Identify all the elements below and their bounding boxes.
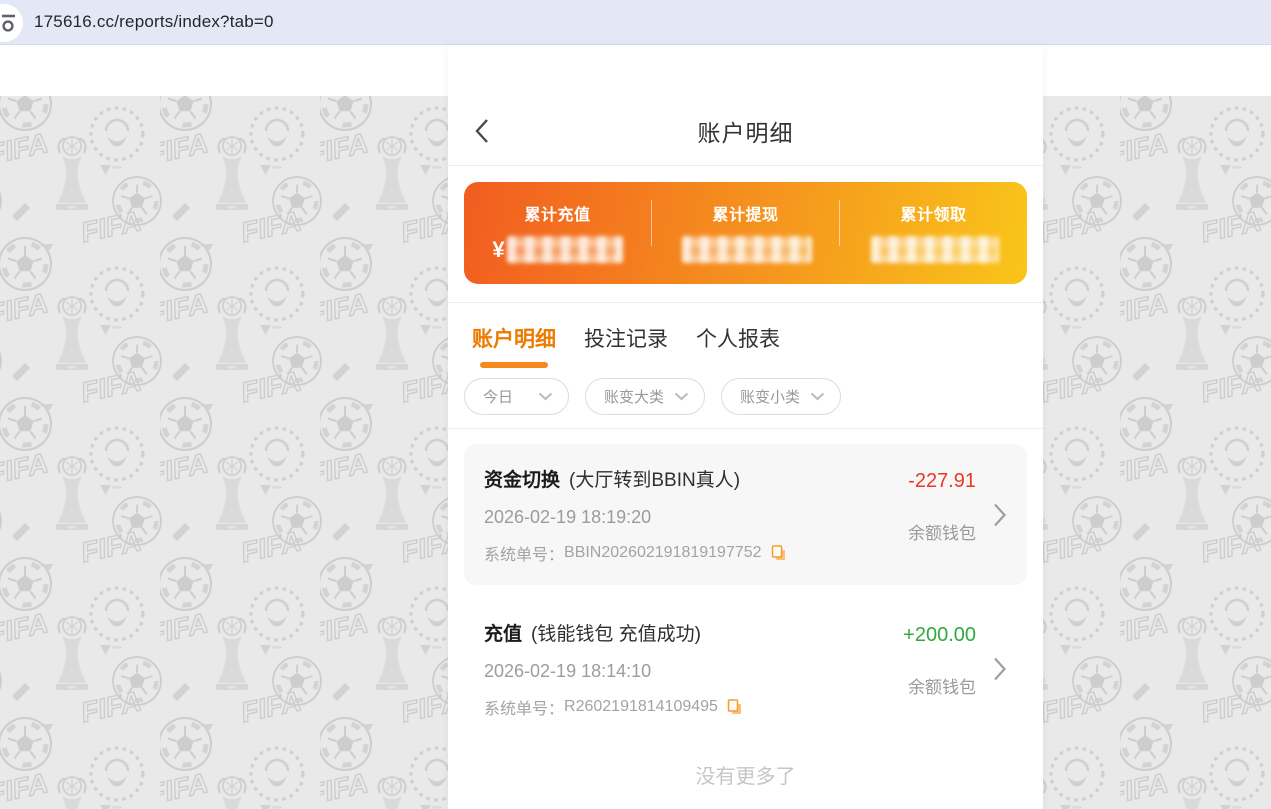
back-button[interactable] <box>474 116 500 146</box>
txn-amount: -227.91 <box>908 470 976 493</box>
summary-value: ¥ <box>492 236 622 263</box>
summary-value <box>869 236 999 263</box>
tab-personal-report[interactable]: 个人报表 <box>696 323 780 368</box>
tab-bet-records[interactable]: 投注记录 <box>584 323 668 368</box>
chevron-down-icon <box>538 392 553 401</box>
currency-prefix: ¥ <box>492 237 504 263</box>
txn-main: 资金切换 (大厅转到BBIN真人) 2026-02-19 18:19:20 系统… <box>484 465 908 565</box>
txn-title: 充值 <box>484 619 522 646</box>
app-view: 账户明细 累计充值 ¥ 累计提现 <box>448 45 1043 809</box>
tabs: 账户明细 投注记录 个人报表 <box>448 303 1043 368</box>
summary-item-total-deposit: 累计充值 ¥ <box>464 182 651 284</box>
txn-right: +200.00 余额钱包 <box>903 619 976 719</box>
txn-order-row: 系统单号： BBIN202602191819197752 <box>484 541 908 565</box>
filter-label: 今日 <box>483 386 513 407</box>
site-icon-glyph <box>0 4 23 42</box>
summary-label: 累计充值 <box>524 201 590 225</box>
txn-wallet: 余额钱包 <box>908 673 976 698</box>
transaction-item[interactable]: 资金切换 (大厅转到BBIN真人) 2026-02-19 18:19:20 系统… <box>464 444 1027 585</box>
app-header: 账户明细 <box>448 96 1043 166</box>
txn-order-label: 系统单号： <box>484 541 564 565</box>
copy-icon[interactable] <box>726 698 743 716</box>
transaction-list: 资金切换 (大厅转到BBIN真人) 2026-02-19 18:19:20 系统… <box>448 429 1043 789</box>
url-text[interactable]: 175616.cc/reports/index?tab=0 <box>34 12 274 32</box>
chevron-down-icon <box>810 392 825 401</box>
txn-main: 充值 (钱能钱包 充值成功) 2026-02-19 18:14:10 系统单号：… <box>484 619 903 719</box>
txn-order-label: 系统单号： <box>484 695 564 719</box>
masked-value <box>682 236 812 263</box>
tab-account-details[interactable]: 账户明细 <box>472 323 556 368</box>
summary-card-wrap: 累计充值 ¥ 累计提现 <box>448 166 1043 302</box>
chevron-right-icon[interactable] <box>993 656 1007 682</box>
page-title: 账户明细 <box>698 114 794 148</box>
txn-title: 资金切换 <box>484 465 560 492</box>
no-more-text: 没有更多了 <box>464 760 1027 789</box>
copy-icon[interactable] <box>770 544 787 562</box>
txn-note: (钱能钱包 充值成功) <box>531 619 701 646</box>
summary-label: 累计领取 <box>900 201 966 225</box>
txn-order-no: BBIN202602191819197752 <box>564 544 762 562</box>
filter-major-category-dropdown[interactable]: 账变大类 <box>585 378 705 415</box>
tab-label: 个人报表 <box>696 328 780 351</box>
summary-item-total-claimed: 累计领取 <box>840 182 1027 284</box>
txn-order-no: R2602191814109495 <box>564 698 718 716</box>
filter-minor-category-dropdown[interactable]: 账变小类 <box>721 378 841 415</box>
transaction-item[interactable]: 充值 (钱能钱包 充值成功) 2026-02-19 18:14:10 系统单号：… <box>464 598 1027 739</box>
browser-address-bar[interactable]: 175616.cc/reports/index?tab=0 <box>0 0 1271 45</box>
txn-datetime: 2026-02-19 18:14:10 <box>484 661 903 682</box>
chevron-right-icon[interactable] <box>993 502 1007 528</box>
site-favicon[interactable] <box>0 4 23 42</box>
txn-title-row: 充值 (钱能钱包 充值成功) <box>484 619 903 646</box>
tab-label: 投注记录 <box>584 328 668 351</box>
txn-title-row: 资金切换 (大厅转到BBIN真人) <box>484 465 908 492</box>
txn-datetime: 2026-02-19 18:19:20 <box>484 507 908 528</box>
summary-value <box>680 236 812 263</box>
txn-note: (大厅转到BBIN真人) <box>569 465 740 492</box>
filter-bar: 今日 账变大类 账变小类 <box>448 368 1043 428</box>
filter-label: 账变大类 <box>604 386 664 407</box>
filter-label: 账变小类 <box>740 386 800 407</box>
txn-amount: +200.00 <box>903 624 976 647</box>
active-tab-underline <box>480 362 548 368</box>
chevron-down-icon <box>674 392 689 401</box>
summary-item-total-withdrawal: 累计提现 <box>652 182 839 284</box>
tab-label: 账户明细 <box>472 328 556 351</box>
filter-date-dropdown[interactable]: 今日 <box>464 378 569 415</box>
txn-right: -227.91 余额钱包 <box>908 465 976 565</box>
page-background: FIFA FIFA FIFA <box>0 45 1271 809</box>
back-chevron-icon <box>474 117 490 145</box>
browser-window: 175616.cc/reports/index?tab=0 <box>0 0 1271 809</box>
txn-wallet: 余额钱包 <box>908 519 976 544</box>
masked-value <box>507 236 623 263</box>
txn-order-row: 系统单号： R2602191814109495 <box>484 695 903 719</box>
summary-card: 累计充值 ¥ 累计提现 <box>464 182 1027 284</box>
masked-value <box>871 236 999 263</box>
summary-label: 累计提现 <box>712 201 778 225</box>
